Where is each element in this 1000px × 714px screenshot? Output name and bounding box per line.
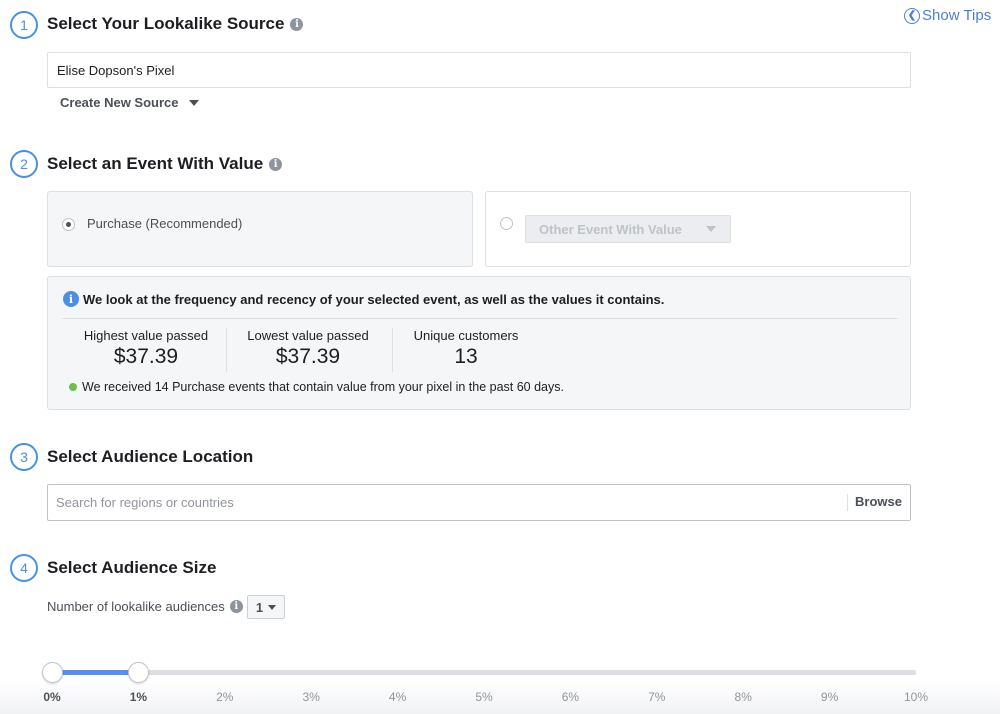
status-dot-icon <box>69 383 77 391</box>
slider-tick-label: 7% <box>648 690 666 704</box>
step-3-title: Select Audience Location <box>47 447 253 467</box>
info-icon[interactable]: i <box>229 600 243 613</box>
slider-tick-label: 3% <box>302 690 320 704</box>
step-2-number: 2 <box>20 156 28 172</box>
other-event-label: Other Event With Value <box>539 221 682 237</box>
slider-tick-label: 4% <box>388 690 407 704</box>
caret-down-icon <box>188 99 199 106</box>
stat-unique-customers: Unique customers 13 <box>406 328 526 369</box>
stat-value: $37.39 <box>113 345 179 368</box>
step-2-badge: 2 <box>10 150 38 178</box>
create-new-source-dropdown[interactable]: Create New Source <box>60 95 199 110</box>
event-stats-panel: i We look at the frequency and recency o… <box>47 276 911 410</box>
stat-value: $37.39 <box>275 345 341 368</box>
audience-size-slider-track[interactable] <box>52 670 916 675</box>
slider-tick-label: 1% <box>129 690 148 704</box>
num-audiences-dropdown[interactable]: 1 <box>247 595 285 619</box>
step-1-title-text: Select Your Lookalike Source <box>47 14 285 33</box>
caret-down-icon <box>706 226 716 232</box>
step-4-badge: 4 <box>10 554 38 582</box>
audience-size-slider-fill <box>52 670 139 675</box>
stats-footer: We received 14 Purchase events that cont… <box>69 380 564 394</box>
info-icon[interactable]: i <box>269 157 283 171</box>
location-search-box: Browse <box>47 484 911 521</box>
step-1-number: 1 <box>20 17 28 33</box>
slider-tick-label: 10% <box>903 690 929 704</box>
slider-handle-end[interactable] <box>127 662 149 683</box>
num-audiences-label-text: Number of lookalike audiences <box>47 599 225 614</box>
stat-lowest-value: Lowest value passed $37.39 <box>236 328 380 369</box>
lookalike-source-value: Elise Dopson's Pixel <box>57 62 175 78</box>
show-tips-link[interactable]: ❮ Show Tips <box>904 7 991 24</box>
stat-label: Lowest value passed <box>247 328 369 343</box>
step-4-title: Select Audience Size <box>47 558 216 578</box>
other-event-radio[interactable] <box>500 217 513 230</box>
slider-tick-label: 5% <box>475 690 493 704</box>
divider <box>62 318 898 319</box>
chevron-left-circle-icon: ❮ <box>904 7 920 24</box>
slider-tick-label: 0% <box>43 690 61 704</box>
stat-highest-value: Highest value passed $37.39 <box>76 328 216 369</box>
slider-tick-label: 2% <box>216 690 234 704</box>
slider-tick-label: 6% <box>561 690 580 704</box>
other-event-dropdown[interactable]: Other Event With Value <box>525 215 731 243</box>
num-audiences-label: Number of lookalike audiences i <box>47 599 243 614</box>
stats-header: i We look at the frequency and recency o… <box>63 291 664 307</box>
location-search-input[interactable] <box>56 485 836 520</box>
step-2-title-text: Select an Event With Value <box>47 154 264 173</box>
step-3-badge: 3 <box>10 443 38 471</box>
info-icon[interactable]: i <box>290 17 304 31</box>
slider-tick-label: 8% <box>734 690 752 704</box>
slider-handle-start[interactable] <box>41 662 63 683</box>
create-new-source-label: Create New Source <box>60 95 179 110</box>
browse-button[interactable]: Browse <box>855 494 902 509</box>
stats-footer-text: We received 14 Purchase events that cont… <box>82 380 564 394</box>
divider <box>226 328 227 372</box>
step-4-number: 4 <box>20 560 28 576</box>
num-audiences-value: 1 <box>255 599 264 615</box>
purchase-event-label: Purchase (Recommended) <box>87 216 243 231</box>
caret-down-icon <box>268 604 277 610</box>
step-4-title-text: Select Audience Size <box>47 558 217 577</box>
step-3-title-text: Select Audience Location <box>47 447 254 466</box>
stat-label: Unique customers <box>413 328 519 343</box>
stat-label: Highest value passed <box>83 328 209 343</box>
divider <box>847 494 848 511</box>
step-3-number: 3 <box>20 449 28 465</box>
step-1-badge: 1 <box>10 11 38 39</box>
purchase-radio[interactable] <box>62 218 75 231</box>
show-tips-label: Show Tips <box>922 7 992 24</box>
stat-value: 13 <box>454 345 478 368</box>
divider <box>392 328 393 372</box>
step-1-title: Select Your Lookalike Source i <box>47 14 304 34</box>
stats-header-text: We look at the frequency and recency of … <box>83 291 665 307</box>
slider-tick-label: 9% <box>820 690 839 704</box>
slider-background <box>0 680 1000 714</box>
lookalike-source-field[interactable]: Elise Dopson's Pixel <box>47 52 911 88</box>
step-2-title: Select an Event With Value i <box>47 154 283 174</box>
info-icon: i <box>63 291 79 307</box>
